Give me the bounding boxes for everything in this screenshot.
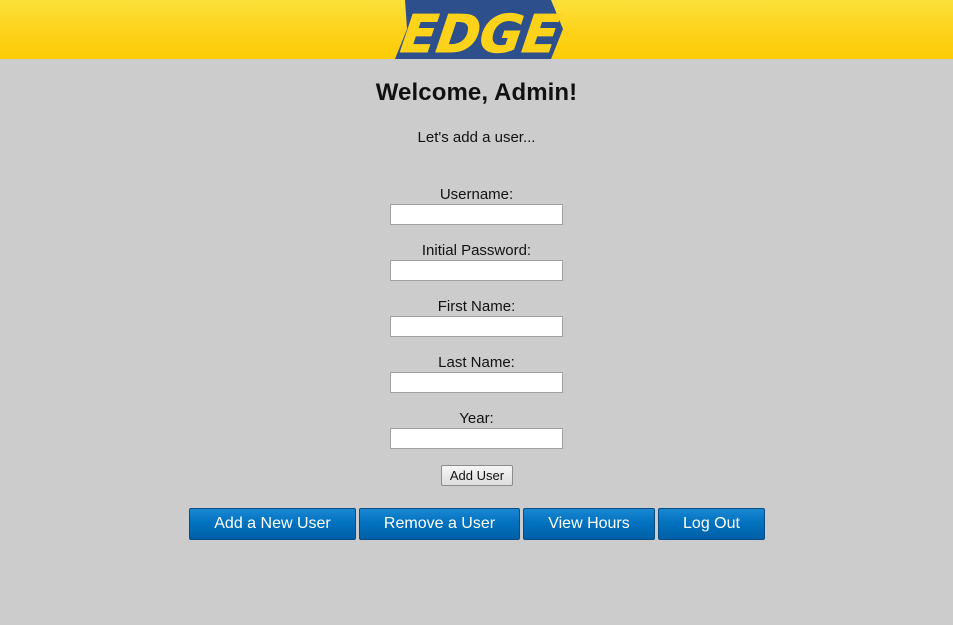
page-subtitle: Let's add a user... — [417, 129, 536, 146]
first-name-label: First Name: — [437, 298, 516, 315]
year-label: Year: — [459, 410, 494, 427]
first-name-input[interactable] — [390, 316, 563, 337]
edge-logo[interactable]: EDGE — [393, 0, 563, 59]
view-hours-button[interactable]: View Hours — [523, 508, 655, 540]
logo-graphic: EDGE — [395, 0, 563, 59]
last-name-input[interactable] — [390, 372, 563, 393]
initial-password-input[interactable] — [390, 260, 563, 281]
add-user-submit-button[interactable]: Add User — [441, 465, 513, 486]
header-bar: EDGE — [0, 0, 953, 59]
initial-password-label: Initial Password: — [421, 242, 532, 259]
last-name-label: Last Name: — [438, 354, 515, 371]
remove-user-button[interactable]: Remove a User — [359, 508, 520, 540]
add-new-user-button[interactable]: Add a New User — [189, 508, 356, 540]
username-label: Username: — [439, 186, 514, 203]
year-input[interactable] — [390, 428, 563, 449]
username-input[interactable] — [390, 204, 563, 225]
log-out-button[interactable]: Log Out — [658, 508, 765, 540]
logo-text: EDGE — [397, 5, 562, 59]
page-title: Welcome, Admin! — [375, 79, 578, 106]
